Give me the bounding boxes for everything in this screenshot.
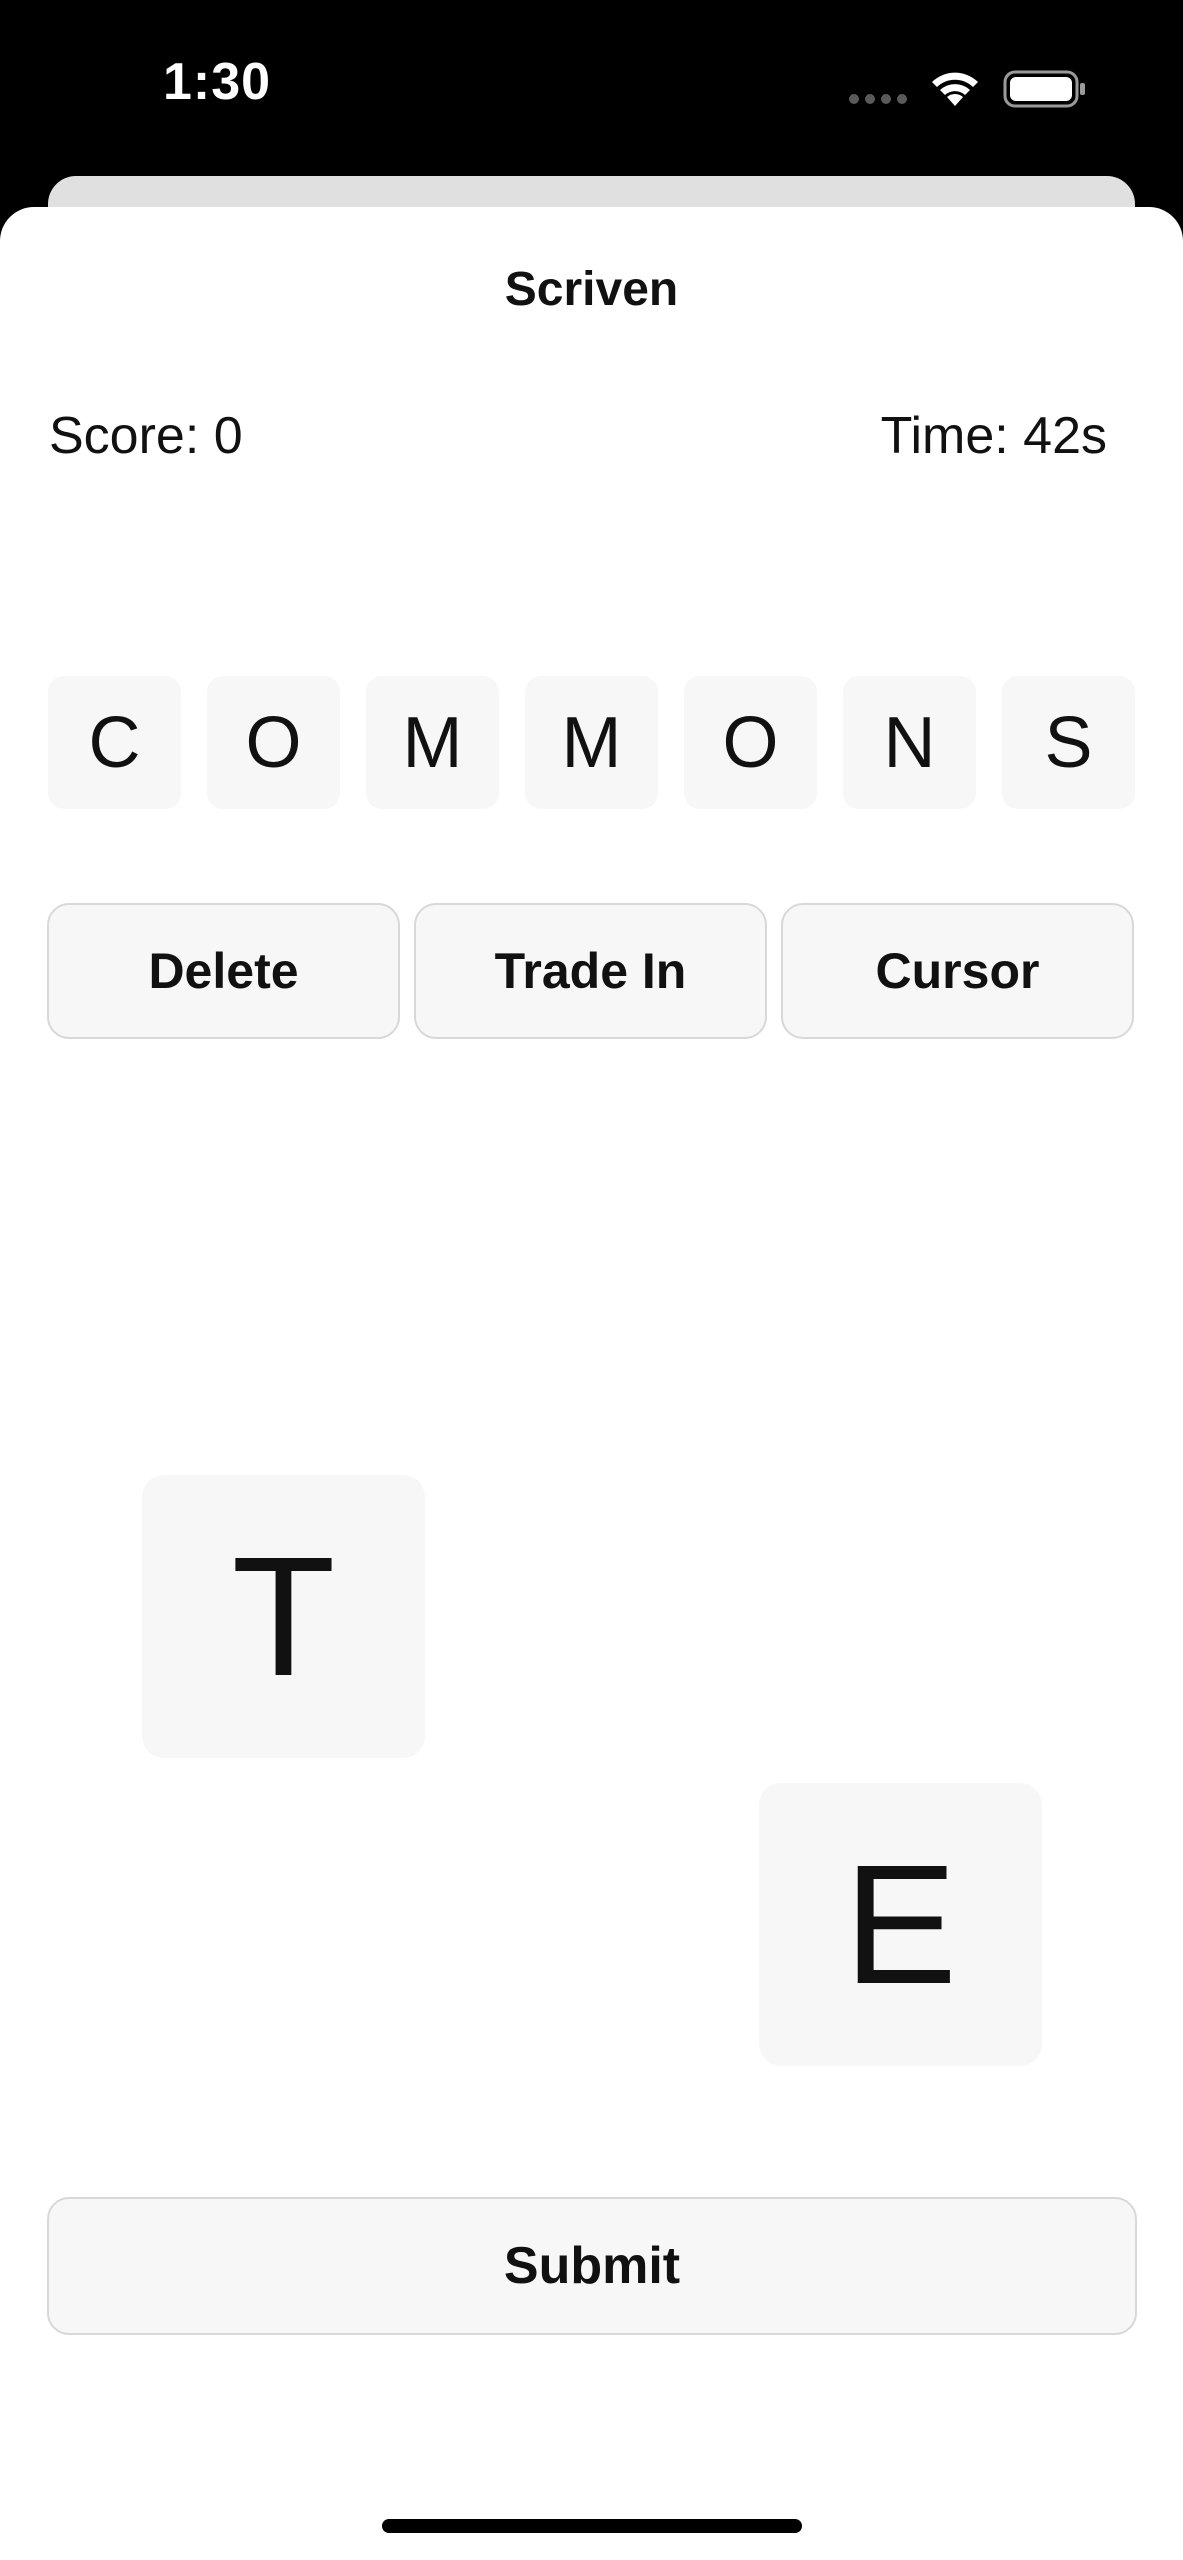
home-indicator[interactable]: [382, 2519, 802, 2533]
floating-letter-tile[interactable]: E: [759, 1783, 1042, 2066]
status-time: 1:30: [163, 53, 272, 111]
score-label: Score: 0: [49, 407, 243, 465]
cursor-button[interactable]: Cursor: [781, 903, 1134, 1039]
submit-button[interactable]: Submit: [47, 2197, 1137, 2335]
word-tile[interactable]: S: [1002, 676, 1135, 809]
word-tile[interactable]: O: [684, 676, 817, 809]
word-tile[interactable]: M: [525, 676, 658, 809]
trade-in-button[interactable]: Trade In: [414, 903, 767, 1039]
word-tile-row: C O M M O N S: [48, 676, 1135, 809]
wifi-icon: [932, 72, 978, 106]
action-button-row: Delete Trade In Cursor: [47, 903, 1137, 1041]
word-tile[interactable]: C: [48, 676, 181, 809]
time-label: Time: 42s: [880, 407, 1107, 465]
battery-icon: [1003, 70, 1085, 108]
page-title: Scriven: [504, 263, 679, 316]
delete-button[interactable]: Delete: [47, 903, 400, 1039]
word-tile[interactable]: N: [843, 676, 976, 809]
cellular-signal-icon: [849, 94, 909, 106]
app-screen: 1:30 Scriven Score: 0 Time: 42s C O M M …: [0, 0, 1183, 2560]
word-tile[interactable]: M: [366, 676, 499, 809]
floating-letter-tile[interactable]: T: [142, 1475, 425, 1758]
word-tile[interactable]: O: [207, 676, 340, 809]
